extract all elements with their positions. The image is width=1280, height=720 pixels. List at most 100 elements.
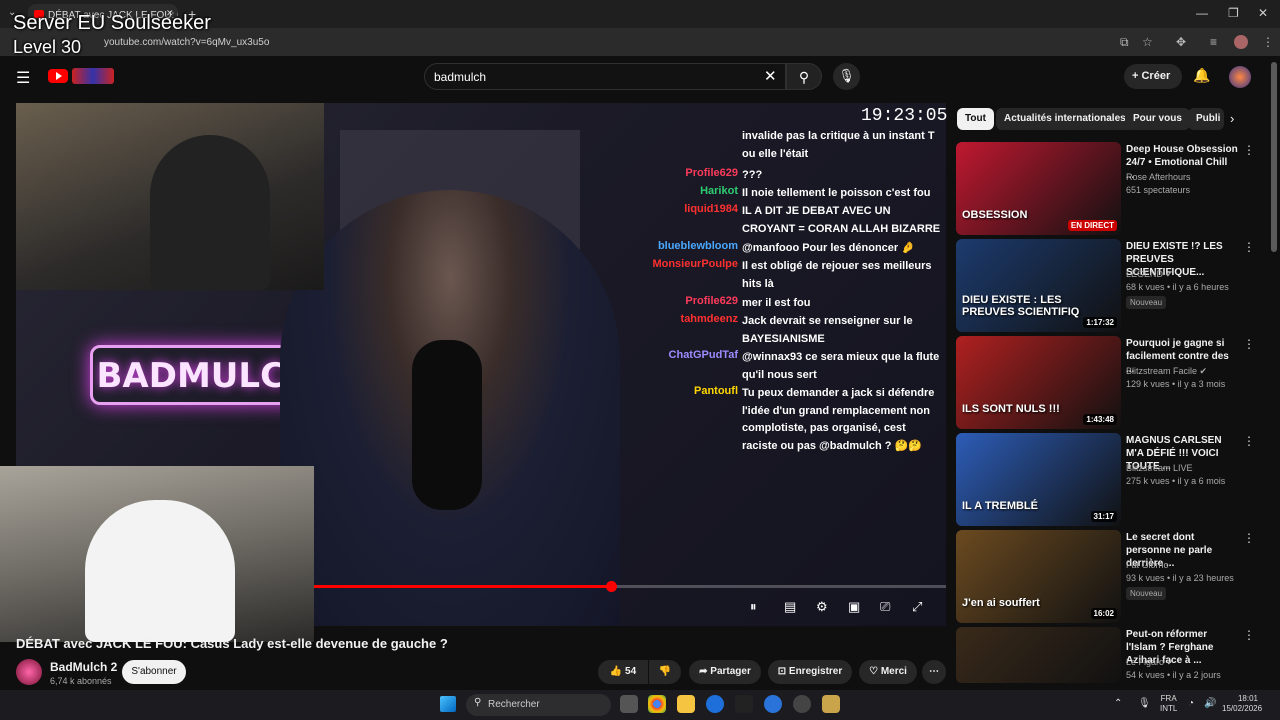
youtube-doodle[interactable] [72,68,114,84]
share-button[interactable]: ➦ Partager [689,660,761,684]
taskbar-search[interactable]: Rechercher [466,694,611,716]
create-button[interactable]: + Créer [1124,64,1182,89]
more-options-icon[interactable]: ⋮ [1243,337,1255,351]
app-icon-github[interactable] [793,695,811,713]
app-icon-blue-2[interactable] [764,695,782,713]
restore-button[interactable]: ❐ [1228,6,1239,20]
thanks-label: Merci [880,666,907,677]
new-badge: Nouveau [1126,296,1167,309]
chat-username: tahmdeenz [680,313,738,325]
channel-avatar[interactable] [16,659,42,685]
chat-text: IL A DIT JE DEBAT AVEC UN CROYANT = CORA… [742,205,941,235]
duration-badge: 31:17 [1090,511,1117,522]
thumbnail-text: IL A TREMBLÉ [962,500,1038,512]
recommendation-thumbnail[interactable]: DIEU EXISTE : LES PREUVES SCIENTIFIQ 1:17… [956,239,1121,332]
chip-international-news[interactable]: Actualités internationales [996,108,1134,130]
recommendation-channel[interactable]: Rose Afterhours [1126,172,1191,182]
settings-gear-icon[interactable]: ⚙ [816,599,828,615]
system-tray-chevron-icon[interactable]: ⌃ [1114,698,1122,709]
more-options-icon[interactable]: ⋮ [1243,143,1255,157]
chat-text: Il noie tellement le poisson c'est fou [742,187,931,199]
chat-username: Pantoufl [694,385,738,397]
heart-icon: ♡ [869,666,879,677]
recommendation-channel[interactable]: Blitzstream LIVE [1126,463,1193,473]
thumbs-down-icon: 👎 [658,666,672,677]
windows-start-icon[interactable] [440,696,456,712]
extensions-icon[interactable]: ✥ [1176,35,1186,49]
app-icon-x[interactable] [735,695,753,713]
search-button[interactable]: ⚲ [786,63,822,90]
recommendation-channel[interactable]: Blitzstream Facile ✔ [1126,366,1207,377]
windows-taskbar [0,690,1280,720]
recommendation-thumbnail[interactable]: ILS SONT NULS !!! 1:43:48 [956,336,1121,429]
youtube-play-icon [56,72,62,80]
chip-for-you[interactable]: Pour vous [1125,108,1190,130]
recommendation-thumbnail[interactable]: IL A TREMBLÉ 31:17 [956,433,1121,526]
share-label: Partager [710,666,751,677]
share-icon: ➦ [699,666,708,677]
chip-published[interactable]: Publi [1188,108,1224,130]
media-icon[interactable]: ≡ [1210,35,1217,49]
save-button[interactable]: ⊡ Enregistrer [768,660,852,684]
taskbar-time: 18:01 [1237,694,1258,703]
progress-scrubber[interactable] [606,581,618,592]
dislike-button[interactable]: 👎 [649,660,681,684]
recommendation-thumbnail[interactable]: J'en ai souffert 16:02 [956,530,1121,623]
recommendation-meta: 93 k vues • il y a 23 heures [1126,573,1234,583]
profile-avatar[interactable] [1234,35,1248,49]
subscribe-button[interactable]: S'abonner [122,660,186,684]
url-text[interactable]: youtube.com/watch?v=6qMv_ux3u5o [104,37,269,48]
account-avatar[interactable] [1229,66,1251,88]
volume-icon[interactable]: 🔊 [1204,698,1216,709]
app-icon-blue[interactable] [706,695,724,713]
miniplayer-icon[interactable]: ▣ [848,599,860,615]
task-view-icon[interactable] [620,695,638,713]
more-options-icon[interactable]: ⋮ [1243,240,1255,254]
duration-badge: 16:02 [1090,608,1117,619]
chat-text: @winnax93 ce sera mieux que la flute qu'… [742,351,940,381]
video-title: DÉBAT avec JACK LE FOU: Casus Lady est-e… [16,636,448,651]
chat-text: Tu peux demander a jack si défendre l'id… [742,387,935,452]
thanks-button[interactable]: ♡ Merci [859,660,917,684]
recommendation-meta: 275 k vues • il y a 6 mois [1126,476,1226,486]
clear-search-icon[interactable]: ✕ [764,67,777,85]
subtitles-icon[interactable]: ▤ [784,599,796,615]
recommendation-thumbnail[interactable] [956,627,1121,683]
chrome-icon[interactable] [648,695,666,713]
bookmark-star-icon[interactable]: ☆ [1142,35,1153,49]
recommendation-channel[interactable]: LEGEND ✔ [1126,269,1173,280]
microphone-tray-icon[interactable]: 🎙 [1138,698,1151,709]
notifications-bell-icon[interactable]: 🔔 [1193,67,1210,84]
chat-text: invalide pas la critique à un instant T … [742,130,935,160]
taskbar-clock[interactable]: 18:01 15/02/2026 [1222,694,1262,714]
hamburger-menu-icon[interactable]: ☰ [16,68,30,88]
wifi-icon[interactable]: ◔ [1188,698,1194,709]
fullscreen-icon[interactable]: ⤢ [912,599,922,615]
more-actions-button[interactable]: ⋯ [922,660,946,684]
scrollbar[interactable] [1271,62,1277,252]
overlay-level-label: Level 30 [13,37,82,57]
chip-all[interactable]: Tout [957,108,994,130]
app-icon-media[interactable] [822,695,840,713]
thumbnail-text: J'en ai souffert [962,597,1040,609]
window-close-button[interactable]: ✕ [1258,6,1268,20]
more-options-icon[interactable]: ⋮ [1243,628,1255,642]
browser-menu-icon[interactable]: ⋮ [1262,35,1274,49]
recommendation-channel[interactable]: Le Figaro ✔ [1126,657,1174,668]
channel-name[interactable]: BadMulch 2 [50,660,117,674]
minimize-button[interactable]: — [1196,6,1208,20]
file-explorer-icon[interactable] [677,695,695,713]
cast-icon[interactable]: ⎚ [880,599,890,615]
more-options-icon[interactable]: ⋮ [1243,434,1255,448]
like-count: 54 [625,666,637,677]
search-query[interactable]: badmulch [434,70,486,84]
more-options-icon[interactable]: ⋮ [1243,531,1255,545]
install-app-icon[interactable]: ⧉ [1120,35,1129,50]
recommendation-channel[interactable]: Fat Giorno [1126,560,1169,570]
pause-icon[interactable]: ⏸ [750,599,757,615]
chevron-right-icon[interactable]: › [1230,111,1234,126]
recommendation-thumbnail[interactable]: OBSESSION EN DIRECT [956,142,1121,235]
voice-search-button[interactable]: 🎙 [833,63,860,90]
like-button[interactable]: 👍 54 [598,660,648,684]
language-indicator[interactable]: FRA INTL [1160,694,1177,714]
